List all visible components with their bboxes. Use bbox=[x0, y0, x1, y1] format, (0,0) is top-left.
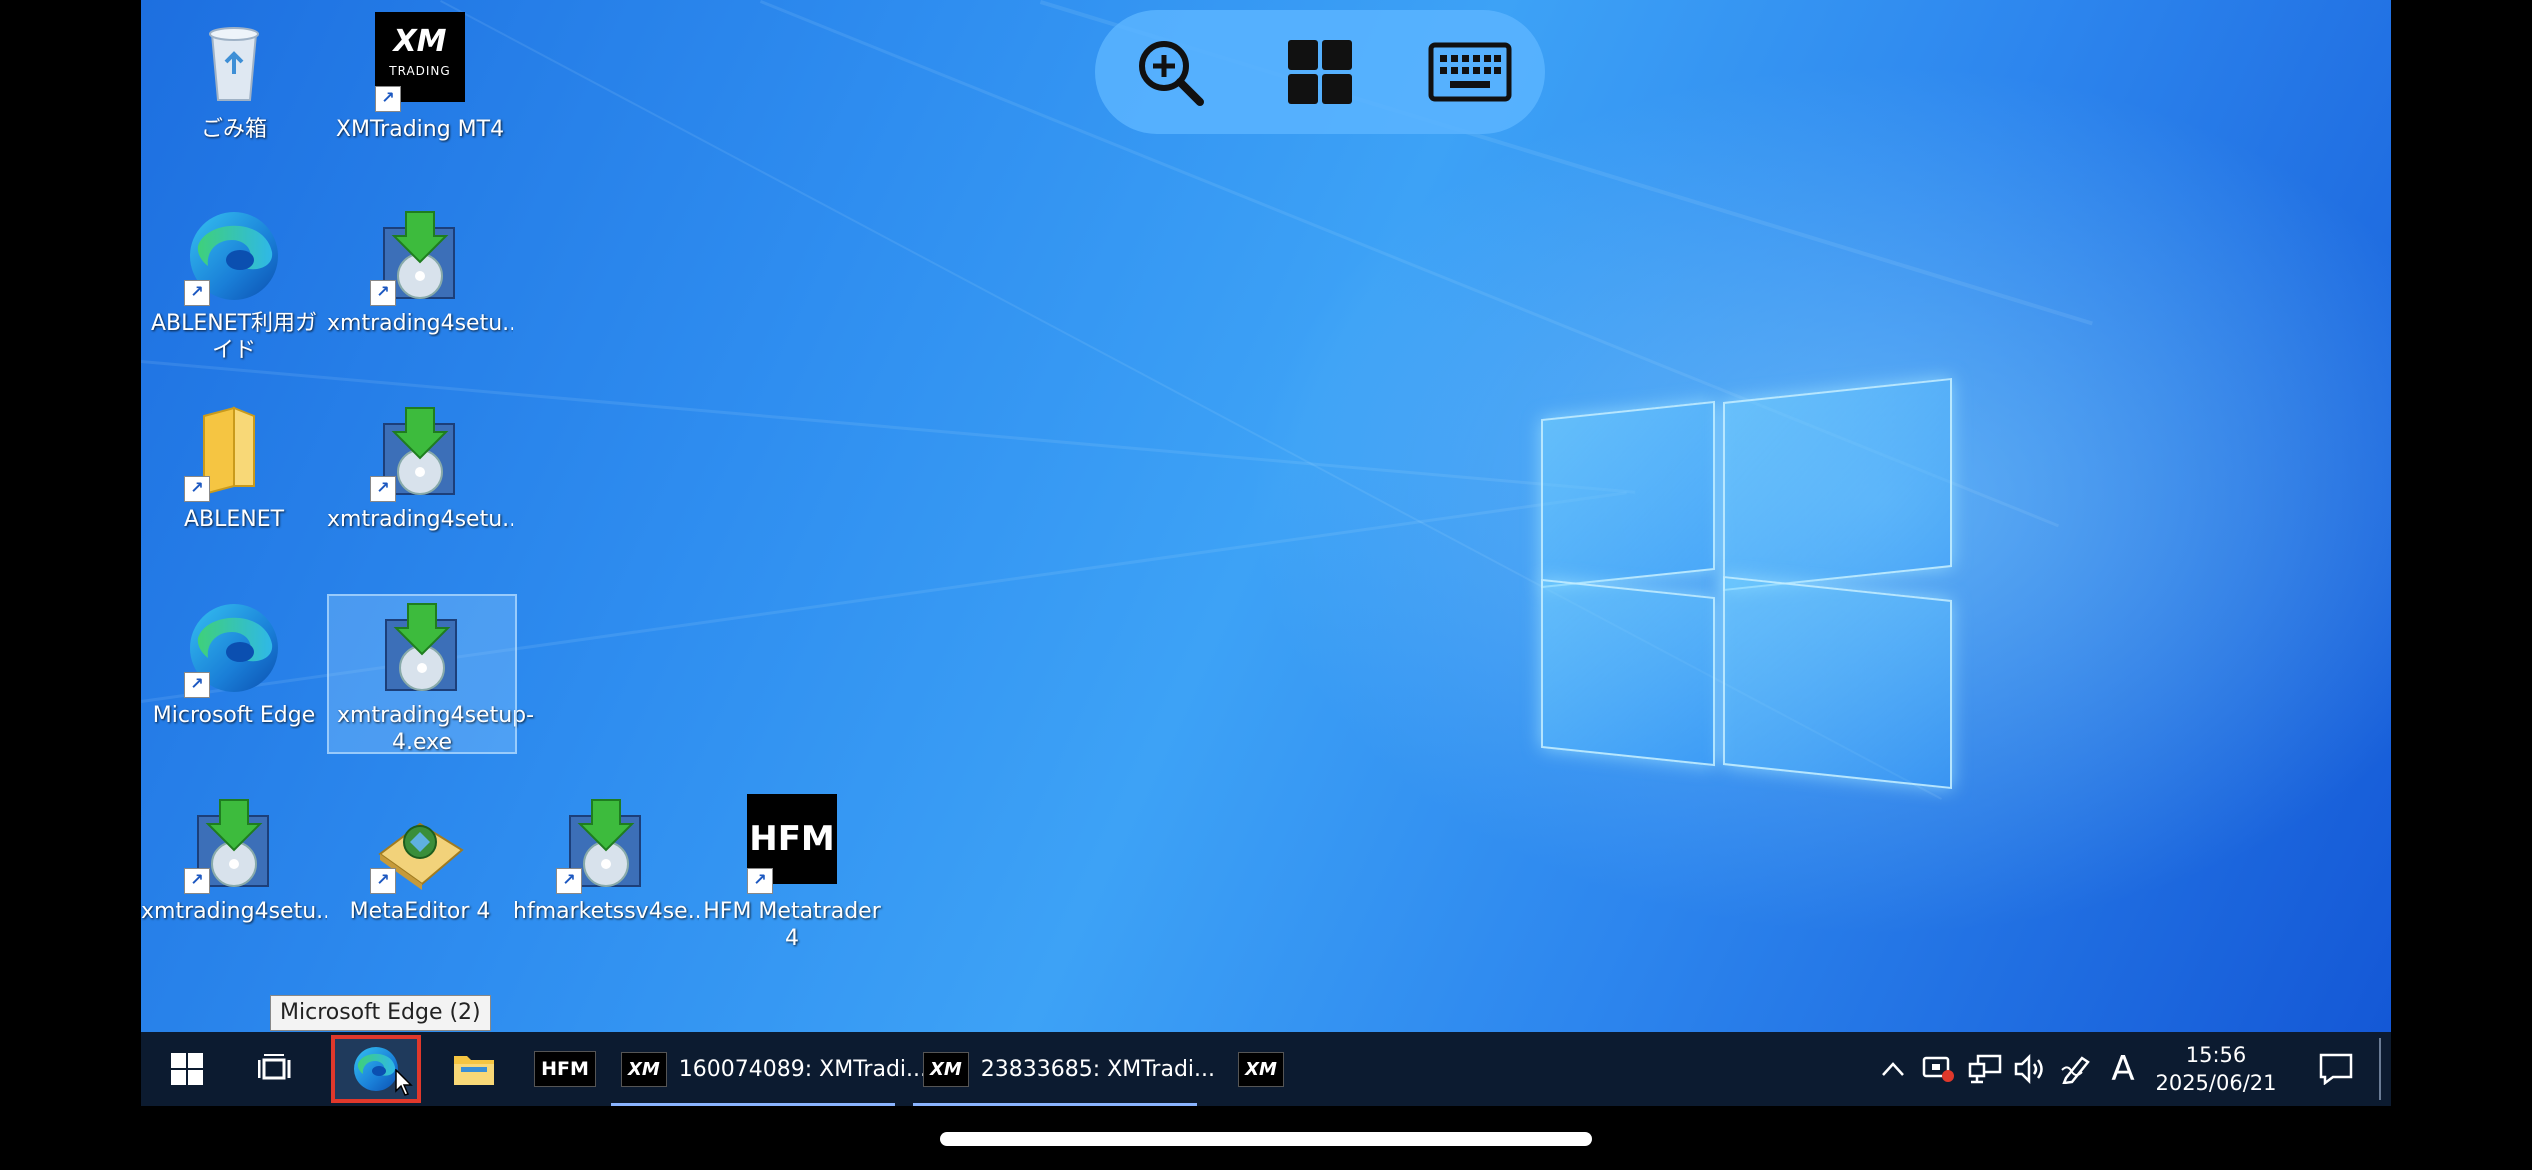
windows-grid-icon bbox=[1288, 40, 1352, 104]
desktop-icon-xmtrading-mt4[interactable]: XM TRADING ↗ XMTrading MT4 bbox=[327, 12, 513, 143]
hfm-icon: HFM bbox=[534, 1051, 596, 1087]
meet-now-icon bbox=[1922, 1056, 1954, 1082]
shortcut-arrow-icon: ↗ bbox=[184, 868, 210, 894]
shortcut-arrow-icon: ↗ bbox=[556, 868, 582, 894]
shortcut-arrow-icon: ↗ bbox=[184, 672, 210, 698]
desktop-icon-recycle-bin[interactable]: ごみ箱 bbox=[141, 12, 327, 143]
xm-trading-icon: XM bbox=[923, 1051, 969, 1087]
tray-clock[interactable]: 15:56 2025/06/21 bbox=[2151, 1032, 2281, 1106]
action-center-button[interactable] bbox=[2311, 1032, 2361, 1106]
volume-icon bbox=[2014, 1054, 2043, 1084]
tray-pen-button[interactable] bbox=[2055, 1032, 2099, 1106]
shortcut-arrow-icon: ↗ bbox=[375, 86, 401, 112]
edge-icon: ↗ bbox=[184, 598, 284, 698]
windows-logo-wallpaper bbox=[1541, 370, 2101, 790]
network-icon bbox=[1968, 1054, 2002, 1084]
start-button[interactable] bbox=[157, 1032, 217, 1106]
windows-start-button-remote[interactable] bbox=[1272, 24, 1368, 120]
home-indicator[interactable] bbox=[940, 1132, 1592, 1146]
taskbar-hfm-button[interactable]: HFM bbox=[525, 1032, 605, 1106]
desktop-icon-xmtrading-setup-1[interactable]: ↗ xmtrading4setu... bbox=[327, 206, 513, 337]
tray-chevron-up-button[interactable] bbox=[1873, 1032, 1913, 1106]
shortcut-arrow-icon: ↗ bbox=[747, 868, 773, 894]
tray-ime-indicator[interactable]: A bbox=[2101, 1032, 2145, 1106]
zoom-in-button[interactable] bbox=[1122, 24, 1218, 120]
shortcut-arrow-icon: ↗ bbox=[184, 476, 210, 502]
desktop-icon-xmtrading-setup-exe[interactable]: xmtrading4setup-4.exe bbox=[327, 594, 534, 755]
clock-date: 2025/06/21 bbox=[2155, 1071, 2277, 1095]
taskbar-tooltip: Microsoft Edge (2) bbox=[270, 995, 491, 1031]
taskbar-app-xm-2[interactable]: XM 23833685: XMTradi... bbox=[913, 1032, 1215, 1106]
installer-icon: ↗ bbox=[556, 794, 656, 894]
desktop[interactable]: ごみ箱 XM TRADING ↗ XMTrading MT4 ↗ ABLENET… bbox=[141, 0, 2391, 1032]
shortcut-arrow-icon: ↗ bbox=[370, 868, 396, 894]
installer-icon: ↗ bbox=[370, 402, 470, 502]
task-view-button[interactable] bbox=[245, 1032, 305, 1106]
xm-trading-icon: XM TRADING ↗ bbox=[370, 12, 470, 112]
taskbar-file-explorer-button[interactable] bbox=[439, 1032, 509, 1106]
desktop-icon-xmtrading-setup-3[interactable]: ↗ xmtrading4setu... bbox=[141, 794, 327, 925]
taskbar-edge-button[interactable] bbox=[331, 1035, 421, 1103]
desktop-icon-hfmarkets-setup[interactable]: ↗ hfmarketssv4se... bbox=[513, 794, 699, 925]
folder-icon bbox=[454, 1056, 494, 1085]
xm-trading-icon: XM bbox=[621, 1051, 667, 1087]
remote-toolbar bbox=[1095, 10, 1545, 134]
metaeditor-icon: ↗ bbox=[370, 794, 470, 894]
xm-trading-icon: XM bbox=[1238, 1051, 1284, 1087]
taskbar: HFM XM 160074089: XMTradi... XM 23833685… bbox=[141, 1032, 2391, 1106]
folder-icon: ↗ bbox=[184, 402, 284, 502]
desktop-icon-xmtrading-setup-2[interactable]: ↗ xmtrading4setu... bbox=[327, 402, 513, 533]
taskbar-app-xm-1[interactable]: XM 160074089: XMTradi... bbox=[611, 1032, 927, 1106]
keyboard-button[interactable] bbox=[1422, 24, 1518, 120]
keyboard-icon bbox=[1428, 42, 1512, 102]
tray-volume-button[interactable] bbox=[2009, 1032, 2053, 1106]
pen-workspace-icon bbox=[2061, 1056, 2090, 1084]
edge-icon bbox=[354, 1047, 398, 1091]
shortcut-arrow-icon: ↗ bbox=[370, 476, 396, 502]
shortcut-arrow-icon: ↗ bbox=[370, 280, 396, 306]
notification-icon bbox=[2319, 1053, 2353, 1085]
tray-network-button[interactable] bbox=[1963, 1032, 2007, 1106]
installer-icon bbox=[372, 598, 472, 698]
desktop-icon-hfm-metatrader[interactable]: HFM ↗ HFM Metatrader 4 bbox=[699, 794, 885, 952]
edge-icon: ↗ bbox=[184, 206, 284, 306]
installer-icon: ↗ bbox=[184, 794, 284, 894]
clock-time: 15:56 bbox=[2185, 1043, 2247, 1067]
windows-start-icon bbox=[171, 1053, 203, 1085]
mouse-cursor-icon bbox=[395, 1069, 413, 1096]
recycle-bin-icon bbox=[184, 12, 284, 112]
zoom-in-icon bbox=[1139, 41, 1204, 106]
desktop-icon-metaeditor[interactable]: ↗ MetaEditor 4 bbox=[327, 794, 513, 925]
hfm-icon: HFM ↗ bbox=[742, 794, 842, 894]
tray-meet-now-button[interactable] bbox=[1917, 1032, 1961, 1106]
desktop-icon-microsoft-edge[interactable]: ↗ Microsoft Edge bbox=[141, 598, 327, 729]
desktop-icon-ablenet-guide[interactable]: ↗ ABLENET利用ガイド bbox=[141, 206, 327, 364]
desktop-icon-ablenet-folder[interactable]: ↗ ABLENET bbox=[141, 402, 327, 533]
taskbar-xm-button[interactable]: XM bbox=[1221, 1032, 1301, 1106]
shortcut-arrow-icon: ↗ bbox=[184, 280, 210, 306]
show-desktop-divider[interactable] bbox=[2379, 1038, 2381, 1100]
installer-icon: ↗ bbox=[370, 206, 470, 306]
task-view-icon bbox=[258, 1054, 291, 1080]
chevron-up-icon bbox=[1882, 1062, 1904, 1076]
